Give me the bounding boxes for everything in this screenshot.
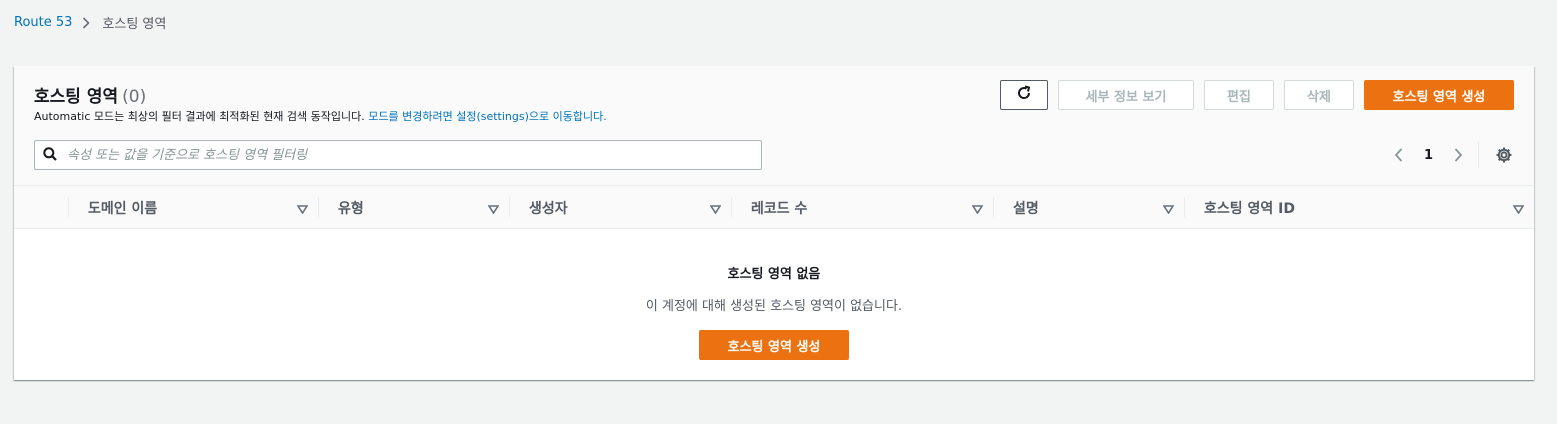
sort-caret-icon[interactable]: [1512, 202, 1525, 218]
description-text: Automatic 모드는 최상의 필터 결과에 최적화된 현재 검색 동작입니…: [34, 110, 365, 123]
edit-button[interactable]: 편집: [1204, 80, 1274, 110]
sort-caret-icon[interactable]: [971, 202, 984, 218]
column-domain-name[interactable]: 도메인 이름: [68, 186, 318, 229]
breadcrumb: Route 53 호스팅 영역: [14, 13, 166, 32]
delete-button[interactable]: 삭제: [1284, 80, 1354, 110]
search-mode-description: Automatic 모드는 최상의 필터 결과에 최적화된 현재 검색 동작입니…: [34, 108, 607, 124]
column-record-count[interactable]: 레코드 수: [731, 186, 993, 229]
breadcrumb-route53-link[interactable]: Route 53: [14, 15, 72, 30]
panel-header: 호스팅 영역 (0) Automatic 모드는 최상의 필터 결과에 최적화된 …: [14, 66, 1534, 186]
empty-state-title: 호스팅 영역 없음: [727, 267, 821, 282]
column-description[interactable]: 설명: [993, 186, 1184, 229]
empty-state: 호스팅 영역 없음 이 계정에 대해 생성된 호스팅 영역이 없습니다. 호스팅…: [14, 229, 1534, 360]
sort-caret-icon[interactable]: [1162, 202, 1175, 218]
table-header: 도메인 이름 유형 생성자 레코드 수 설명 호스팅 영역 ID: [14, 186, 1534, 229]
column-label: 설명: [1013, 200, 1039, 217]
column-label: 유형: [338, 200, 364, 217]
gear-icon[interactable]: [1494, 145, 1514, 165]
zone-count: (0): [122, 87, 147, 107]
search-box: [34, 140, 762, 170]
search-input[interactable]: [67, 147, 747, 163]
column-created-by[interactable]: 생성자: [509, 186, 731, 229]
column-type[interactable]: 유형: [318, 186, 509, 229]
column-label: 도메인 이름: [88, 200, 158, 217]
refresh-button[interactable]: [1000, 80, 1048, 110]
chevron-right-icon[interactable]: [1447, 144, 1469, 166]
column-label: 호스팅 영역 ID: [1204, 200, 1295, 217]
search-icon: [43, 146, 57, 165]
title-text: 호스팅 영역: [34, 87, 119, 107]
chevron-right-icon: [82, 16, 91, 29]
empty-create-hosted-zone-button[interactable]: 호스팅 영역 생성: [699, 330, 849, 360]
pagination-divider: [1478, 142, 1479, 168]
settings-link[interactable]: 모드를 변경하려면 설정(settings)으로 이동합니다.: [368, 110, 606, 123]
empty-state-description: 이 계정에 대해 생성된 호스팅 영역이 없습니다.: [645, 299, 903, 314]
page-title: 호스팅 영역 (0): [34, 82, 146, 107]
page-number[interactable]: 1: [1424, 148, 1433, 163]
column-label: 생성자: [529, 200, 568, 217]
column-hosted-zone-id[interactable]: 호스팅 영역 ID: [1184, 186, 1534, 229]
breadcrumb-current: 호스팅 영역: [102, 17, 167, 32]
pagination: 1: [1388, 144, 1469, 166]
create-hosted-zone-button[interactable]: 호스팅 영역 생성: [1364, 80, 1514, 110]
column-label: 레코드 수: [751, 200, 808, 217]
hosted-zones-panel: 호스팅 영역 (0) Automatic 모드는 최상의 필터 결과에 최적화된 …: [14, 66, 1534, 380]
sort-caret-icon[interactable]: [709, 202, 722, 218]
view-details-button[interactable]: 세부 정보 보기: [1058, 80, 1194, 110]
chevron-left-icon[interactable]: [1388, 144, 1410, 166]
sort-caret-icon[interactable]: [296, 202, 309, 218]
sort-caret-icon[interactable]: [487, 202, 500, 218]
refresh-icon: [1016, 85, 1032, 105]
